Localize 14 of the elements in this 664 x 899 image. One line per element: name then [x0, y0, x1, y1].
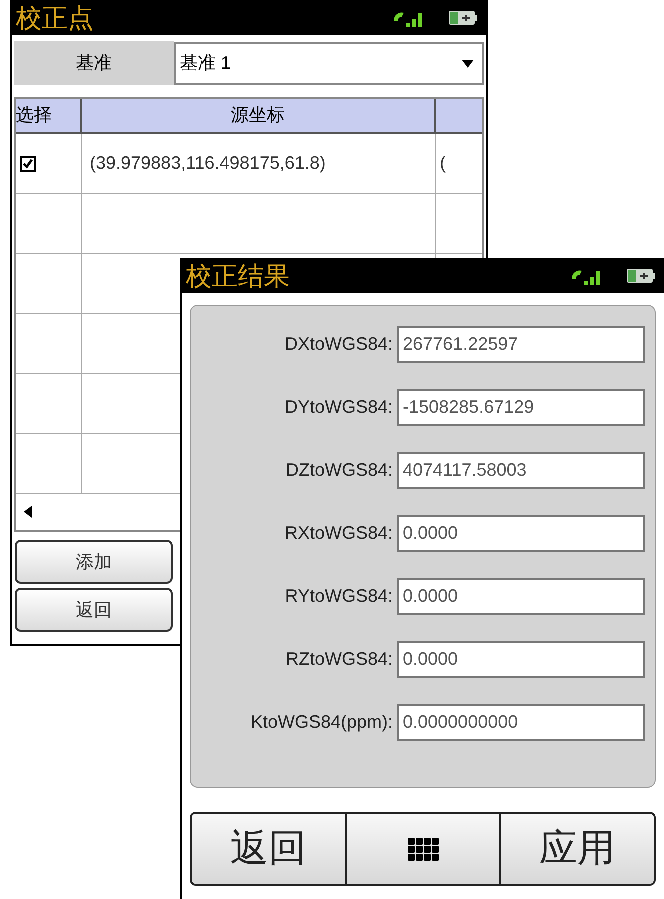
table-cell-text: (39.979883,116.498175,61.8)	[90, 152, 326, 175]
window-title: 校正结果	[186, 262, 291, 288]
field-label: KtoWGS84(ppm):	[250, 711, 394, 734]
window-title: 校正点	[16, 4, 95, 30]
field-label: RXtoWGS84:	[284, 522, 394, 545]
field-label: RZtoWGS84:	[284, 648, 394, 671]
field-label: DYtoWGS84:	[284, 396, 394, 419]
column-header: 选择	[16, 99, 82, 132]
datum-label: 基准	[14, 41, 174, 85]
table-cell-text: (	[440, 152, 446, 175]
field-label: RYtoWGS84:	[284, 585, 394, 608]
column-header: 源坐标	[82, 99, 436, 132]
field-label: DXtoWGS84:	[284, 333, 394, 356]
field-label: DZtoWGS84:	[284, 459, 394, 482]
